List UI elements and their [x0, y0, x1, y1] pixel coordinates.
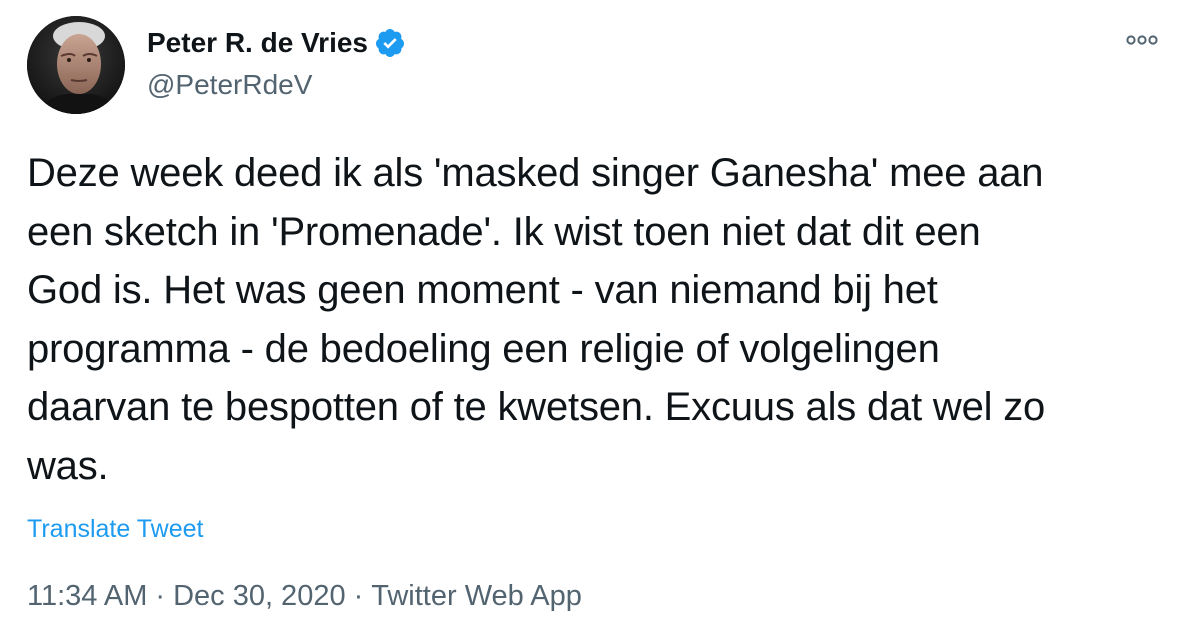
author-name-row[interactable]: Peter R. de Vries — [147, 26, 406, 60]
avatar[interactable] — [27, 16, 125, 114]
tweet-metadata: 11:34 AM · Dec 30, 2020 · Twitter Web App — [27, 578, 582, 614]
tweet-date[interactable]: Dec 30, 2020 — [173, 580, 346, 612]
tweet-text-line: Deze week deed ik als 'masked singer Gan… — [27, 151, 1044, 195]
verified-badge-icon — [374, 27, 406, 59]
tweet-text-line: een sketch in 'Promenade'. Ik wist toen … — [27, 209, 981, 254]
tweet-text: Deze week deed ik als 'masked singer Gan… — [27, 144, 1172, 495]
separator-dot: · — [155, 580, 166, 612]
separator-dot: · — [353, 580, 364, 612]
author-name[interactable]: Peter R. de Vries — [147, 26, 368, 60]
tweet-source[interactable]: Twitter Web App — [371, 580, 582, 612]
tweet-time[interactable]: 11:34 AM — [27, 580, 147, 612]
tweet-text-line: was. — [27, 443, 109, 488]
more-options-button[interactable] — [1122, 28, 1162, 52]
more-options-icon — [1126, 35, 1158, 45]
translate-tweet-link[interactable]: Translate Tweet — [27, 513, 203, 545]
tweet-text-line: God is. Het was geen moment - van nieman… — [27, 268, 938, 312]
avatar-photo — [27, 16, 125, 114]
tweet-text-line: programma - de bedoeling een religie of … — [27, 326, 940, 371]
tweet-text-line: daarvan te bespotten of te kwetsen. Excu… — [27, 385, 1046, 429]
tweet-card: Peter R. de Vries @PeterRdeV Deze week d… — [0, 0, 1192, 644]
author-handle[interactable]: @PeterRdeV — [147, 68, 312, 102]
